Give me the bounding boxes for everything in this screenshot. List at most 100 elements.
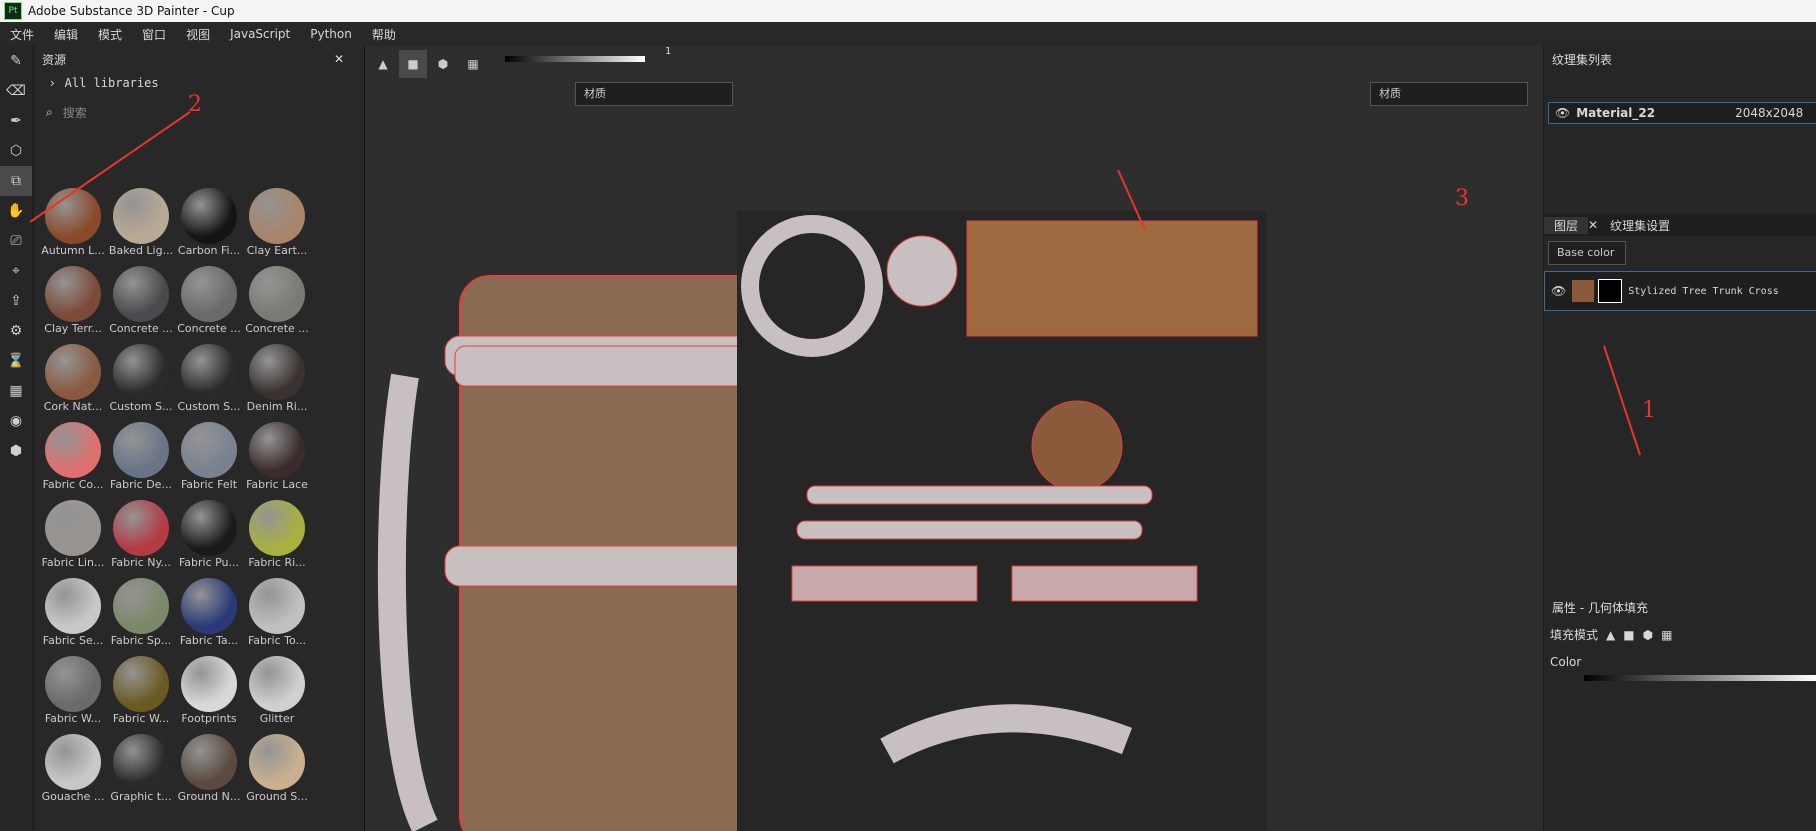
tab-layers[interactable]: 图层 bbox=[1544, 216, 1589, 234]
uv-wood-disc bbox=[1031, 400, 1123, 492]
asset-item[interactable]: Ground N... bbox=[174, 732, 244, 806]
asset-item[interactable]: Fabric Co... bbox=[38, 420, 108, 494]
color-slider[interactable] bbox=[1584, 675, 1816, 681]
asset-item[interactable]: Clay Terr... bbox=[38, 264, 108, 338]
eraser-icon[interactable]: ⌫ bbox=[0, 76, 32, 106]
square-icon[interactable]: ■ bbox=[399, 50, 427, 78]
cube-icon[interactable]: ⬢ bbox=[429, 50, 457, 78]
asset-thumbnail bbox=[113, 734, 169, 790]
uv-patch-2 bbox=[1011, 565, 1198, 602]
asset-item[interactable]: Carbon Fi... bbox=[174, 186, 244, 260]
triangle-fill-icon[interactable]: ▲ bbox=[1606, 628, 1615, 642]
projection-icon[interactable]: ✒ bbox=[0, 106, 32, 136]
asset-item[interactable]: Fabric W... bbox=[38, 654, 108, 728]
menu-edit[interactable]: 编辑 bbox=[54, 26, 78, 43]
asset-item[interactable]: Fabric Lace bbox=[242, 420, 312, 494]
picker-icon[interactable]: ⌖ bbox=[0, 256, 32, 286]
asset-item[interactable]: Clay Eart... bbox=[242, 186, 312, 260]
asset-item[interactable]: Denim Ri... bbox=[242, 342, 312, 416]
asset-item[interactable]: Custom S... bbox=[174, 342, 244, 416]
square-fill-icon[interactable]: ■ bbox=[1623, 628, 1634, 642]
viewport[interactable]: ▲ ■ ⬢ ▦ 1 材质 材质 3 bbox=[365, 46, 1543, 831]
menu-python[interactable]: Python bbox=[310, 27, 352, 41]
asset-item[interactable]: Fabric To... bbox=[242, 576, 312, 650]
smudge-icon[interactable]: ✋ bbox=[0, 196, 32, 226]
menu-file[interactable]: 文件 bbox=[10, 26, 34, 43]
menu-help[interactable]: 帮助 bbox=[372, 26, 396, 43]
history-icon[interactable]: ⌛ bbox=[0, 346, 32, 376]
asset-item[interactable]: Fabric Pu... bbox=[174, 498, 244, 572]
asset-item[interactable]: Concrete ... bbox=[174, 264, 244, 338]
cube-fill-icon[interactable]: ⬢ bbox=[1643, 628, 1653, 642]
asset-thumbnail bbox=[113, 344, 169, 400]
asset-thumbnail bbox=[45, 656, 101, 712]
asset-item[interactable]: Custom S... bbox=[106, 342, 176, 416]
asset-item[interactable]: Fabric Se... bbox=[38, 576, 108, 650]
camera-icon[interactable]: ◉ bbox=[0, 406, 32, 436]
menu-view[interactable]: 视图 bbox=[186, 26, 210, 43]
triangle-icon[interactable]: ▲ bbox=[369, 50, 397, 78]
checker-fill-icon[interactable]: ▦ bbox=[1661, 628, 1672, 642]
menu-javascript[interactable]: JavaScript bbox=[230, 27, 290, 41]
tab-close-icon[interactable]: ✕ bbox=[1588, 218, 1598, 232]
texture-set-row[interactable]: 👁 Material_22 2048x2048 M bbox=[1548, 102, 1816, 124]
asset-item[interactable]: Fabric Ta... bbox=[174, 576, 244, 650]
layer-visibility-icon[interactable]: 👁 bbox=[1551, 284, 1566, 298]
asset-item[interactable]: Concrete ... bbox=[106, 264, 176, 338]
uv-wood-panel bbox=[966, 220, 1258, 337]
layer-mask-thumbnail[interactable] bbox=[1598, 279, 1623, 303]
asset-item[interactable]: Fabric Sp... bbox=[106, 576, 176, 650]
asset-label: Fabric De... bbox=[110, 478, 172, 491]
menu-window[interactable]: 窗口 bbox=[142, 26, 166, 43]
layer-row[interactable]: 👁 Stylized Tree Trunk Cross bbox=[1544, 271, 1816, 311]
asset-item[interactable]: Baked Lig... bbox=[106, 186, 176, 260]
menu-mode[interactable]: 模式 bbox=[98, 26, 122, 43]
asset-label: Custom S... bbox=[109, 400, 173, 413]
layers-icon[interactable]: ▦ bbox=[0, 376, 32, 406]
breadcrumb-label: All libraries bbox=[64, 76, 159, 90]
asset-item[interactable]: Fabric Felt bbox=[174, 420, 244, 494]
asset-item[interactable]: Footprints bbox=[174, 654, 244, 728]
breadcrumb[interactable]: › All libraries bbox=[50, 76, 159, 90]
annotation-1: 1 bbox=[1642, 398, 1656, 423]
channel-select[interactable]: Base color bbox=[1548, 241, 1626, 265]
asset-item[interactable]: Glitter bbox=[242, 654, 312, 728]
selection-icon[interactable]: ⧉ bbox=[0, 166, 32, 196]
shelf-icon[interactable]: ⬢ bbox=[0, 436, 32, 466]
bake-icon[interactable]: ⚙ bbox=[0, 316, 32, 346]
view-select-left[interactable]: 材质 bbox=[575, 82, 733, 106]
asset-label: Footprints bbox=[181, 712, 237, 725]
exposure-slider[interactable] bbox=[505, 56, 645, 62]
asset-thumbnail bbox=[113, 266, 169, 322]
asset-thumbnail bbox=[181, 422, 237, 478]
uv-view[interactable] bbox=[737, 211, 1267, 831]
asset-item[interactable]: Autumn L... bbox=[38, 186, 108, 260]
asset-item[interactable]: Fabric Ri... bbox=[242, 498, 312, 572]
asset-label: Fabric W... bbox=[44, 712, 102, 725]
asset-item[interactable]: Fabric De... bbox=[106, 420, 176, 494]
asset-thumbnail bbox=[113, 578, 169, 634]
tab-texture-settings[interactable]: 纹理集设置 bbox=[1598, 217, 1682, 234]
geometry-icon[interactable]: ⬡ bbox=[0, 136, 32, 166]
paint-brush-icon[interactable]: ✎ bbox=[0, 46, 32, 76]
fill-mode-row: 填充模式 ▲ ■ ⬢ ▦ bbox=[1544, 620, 1816, 649]
asset-item[interactable]: Concrete ... bbox=[242, 264, 312, 338]
asset-item[interactable]: Cork Nat... bbox=[38, 342, 108, 416]
asset-item[interactable]: Fabric Lin... bbox=[38, 498, 108, 572]
search-input[interactable]: 搜索 bbox=[63, 104, 87, 121]
view-select-right[interactable]: 材质 bbox=[1370, 82, 1528, 106]
checker-icon[interactable]: ▦ bbox=[459, 50, 487, 78]
clone-icon[interactable]: ⎚ bbox=[0, 226, 32, 256]
asset-thumbnail bbox=[181, 344, 237, 400]
asset-item[interactable]: Fabric Ny... bbox=[106, 498, 176, 572]
asset-item[interactable]: Fabric W... bbox=[106, 654, 176, 728]
asset-label: Concrete ... bbox=[109, 322, 173, 335]
search-field[interactable]: ⌕ 搜索 bbox=[46, 102, 326, 122]
asset-item[interactable]: Graphic t... bbox=[106, 732, 176, 806]
asset-item[interactable]: Gouache ... bbox=[38, 732, 108, 806]
export-icon[interactable]: ⇪ bbox=[0, 286, 32, 316]
visibility-icon[interactable]: 👁 bbox=[1555, 106, 1570, 120]
close-icon[interactable]: ✕ bbox=[334, 52, 344, 66]
asset-item[interactable]: Ground S... bbox=[242, 732, 312, 806]
asset-thumbnail bbox=[249, 422, 305, 478]
